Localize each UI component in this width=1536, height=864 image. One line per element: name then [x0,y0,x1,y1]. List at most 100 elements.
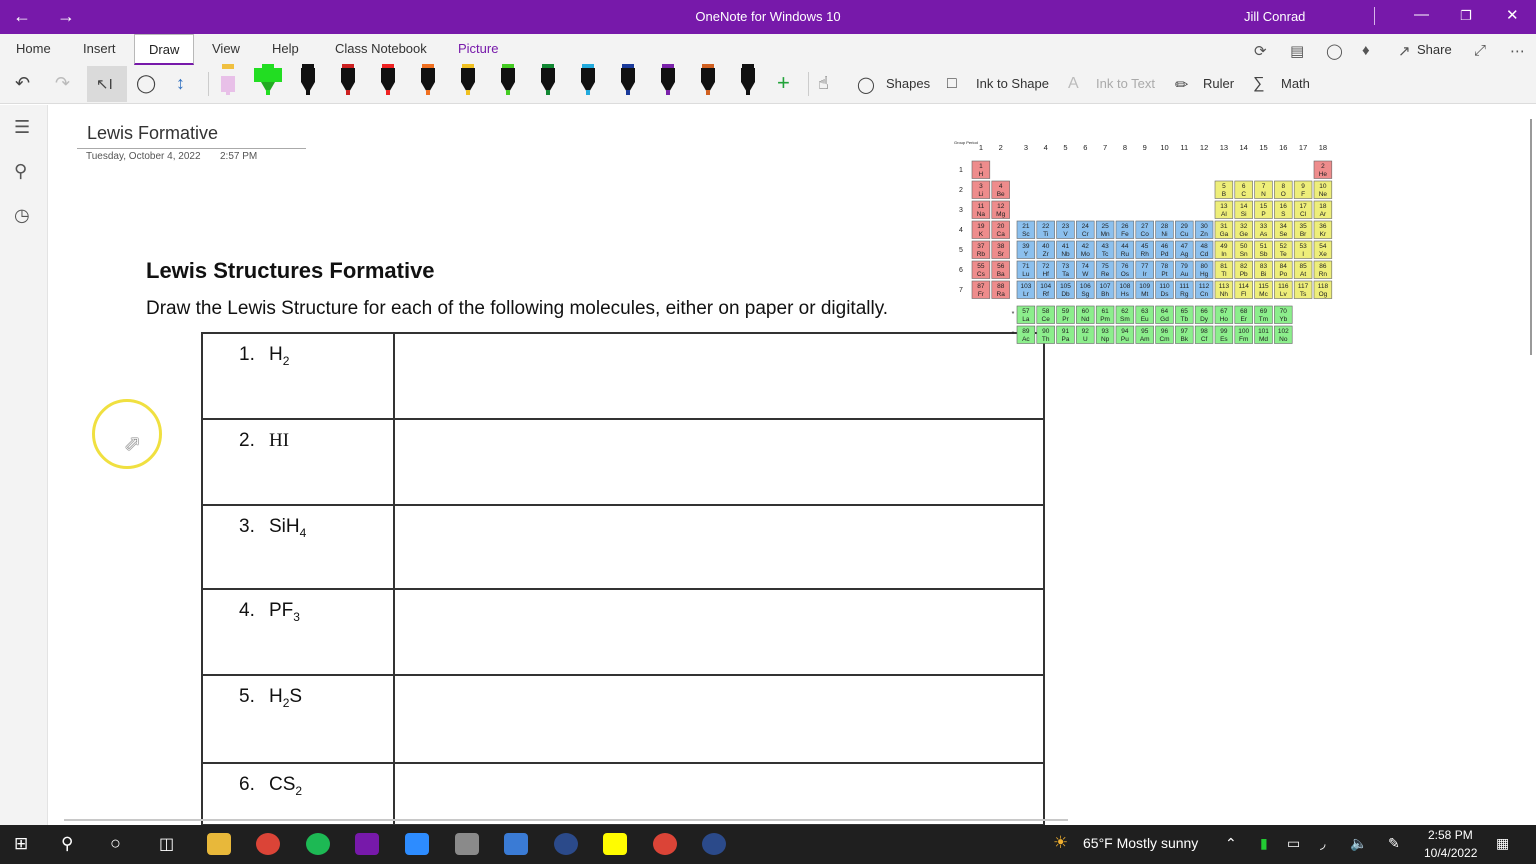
volume-icon[interactable]: 🔈 [1350,835,1367,852]
element-number: 113 [1219,283,1230,290]
touch-draw-icon[interactable]: ☝ [818,73,829,94]
search-icon[interactable]: ⚲ [14,161,27,182]
pen-8[interactable] [498,64,518,98]
weather-status[interactable]: 65°F Mostly sunny [1083,835,1198,851]
answer-cell[interactable] [393,588,1045,676]
answer-cell[interactable] [393,332,1045,420]
taskbar-clock-date[interactable]: 10/4/2022 [1424,846,1477,860]
ink-to-shape-button[interactable]: Ink to Shape [976,76,1049,91]
snipping-tool-icon[interactable] [504,833,528,855]
tab-insert[interactable]: Insert [83,41,116,56]
file-explorer-icon[interactable] [207,833,231,855]
spotify-icon[interactable] [306,833,330,855]
pen-2[interactable] [254,64,282,98]
pen-13[interactable] [698,64,718,98]
periodic-table-image[interactable]: Group Period1 2 3 4 5 6 7 8 9 10 11 12 13 14 15 16 17 181… [952,140,1382,350]
pen-7[interactable] [458,64,478,98]
horizontal-scrollbar[interactable] [64,819,1068,821]
weather-icon[interactable]: ☀ [1053,833,1068,853]
tab-class-notebook[interactable]: Class Notebook [335,41,427,56]
page-view-icon[interactable]: ▤ [1290,42,1304,60]
user-name[interactable]: Jill Conrad [1244,9,1305,24]
ink-to-text-button[interactable]: Ink to Text [1096,76,1155,91]
answer-cell[interactable] [393,418,1045,506]
pen-6[interactable] [418,64,438,98]
onenote-icon[interactable] [355,833,379,855]
share-button[interactable]: Share [1417,42,1452,57]
zoom-icon[interactable] [405,833,429,855]
math-button[interactable]: Math [1281,76,1310,91]
answer-cell[interactable] [393,762,1045,825]
chrome-profile-icon[interactable] [653,833,677,855]
restore-icon[interactable]: ❐ [1460,8,1472,24]
element-number: 110 [1159,283,1170,290]
fullscreen-icon[interactable]: ⤢ [1474,42,1486,59]
notifications-icon[interactable]: ▦ [1496,835,1509,852]
search-icon[interactable]: ⚲ [61,834,73,854]
element-number: 29 [1181,223,1189,230]
camera-icon[interactable] [455,833,479,855]
snapchat-icon[interactable] [603,833,627,855]
ink-to-shape-icon[interactable]: □ [947,75,957,93]
shapes-button[interactable]: Shapes [886,76,930,91]
show-hidden-icons[interactable]: ⌃ [1225,835,1237,852]
chrome-icon[interactable] [256,833,280,855]
element-number: 58 [1042,308,1050,315]
element-symbol: Ti [1043,231,1048,238]
add-space-icon[interactable]: ↕ [176,73,185,94]
page-canvas[interactable]: Lewis Formative Tuesday, October 4, 2022… [48,105,1536,825]
pen-5[interactable] [378,64,398,98]
tab-view[interactable]: View [212,41,240,56]
redo-icon[interactable]: ↷ [55,73,70,94]
bell-icon[interactable]: ♦ [1362,42,1370,59]
pen-14[interactable] [738,64,758,98]
tab-picture[interactable]: Picture [458,41,498,56]
ink-to-text-icon[interactable]: A [1068,75,1079,93]
battery-saver-icon[interactable]: ▮ [1260,835,1268,852]
ruler-button[interactable]: Ruler [1203,76,1234,91]
recent-icon[interactable]: ◷ [14,205,30,226]
element-symbol: Dy [1200,316,1209,323]
type-select-icon[interactable]: ↖I [96,75,113,93]
tab-draw[interactable]: Draw [134,34,195,65]
pen-11[interactable] [618,64,638,98]
cortana-icon[interactable]: ○ [110,833,121,854]
pen-3[interactable] [298,64,318,98]
ruler-icon[interactable]: ✏ [1175,75,1188,95]
windows-start-icon[interactable]: ⊞ [14,834,28,854]
wifi-icon[interactable]: ◞ [1320,835,1325,852]
more-icon[interactable]: ⋯ [1510,42,1525,60]
group-number: 17 [1299,143,1307,152]
pen-4[interactable] [338,64,358,98]
shapes-icon[interactable]: ◯ [857,75,875,95]
math-icon[interactable]: ∑ [1253,75,1264,93]
pen-workspace-icon[interactable]: ✎ [1388,835,1400,852]
minimize-icon[interactable]: — [1414,6,1429,23]
answer-cell[interactable] [393,504,1045,590]
element-number: 84 [1280,263,1288,270]
add-pen-icon[interactable]: + [777,70,790,96]
page-title[interactable]: Lewis Formative [87,123,218,144]
notebooks-icon[interactable]: ☰ [14,117,30,138]
element-symbol: Cf [1201,336,1208,343]
task-view-icon[interactable]: ◫ [159,834,174,854]
pen-9[interactable] [538,64,558,98]
pen-10[interactable] [578,64,598,98]
share-icon[interactable]: ↗ [1398,42,1411,60]
pen-1[interactable] [218,64,238,98]
sync-icon[interactable]: ⟳ [1254,42,1267,60]
battery-icon[interactable]: ▭ [1287,835,1300,852]
vertical-scrollbar[interactable] [1530,119,1532,355]
screen-recorder-icon[interactable] [554,833,578,855]
active-recorder-icon[interactable] [702,833,726,855]
lasso-select-icon[interactable]: ◯ [136,73,156,94]
tab-help[interactable]: Help [272,41,299,56]
lightbulb-icon[interactable]: ◯ [1326,42,1343,60]
molecule-formula: HI [269,430,289,451]
taskbar-clock-time[interactable]: 2:58 PM [1428,828,1473,842]
answer-cell[interactable] [393,674,1045,764]
tab-home[interactable]: Home [16,41,51,56]
undo-icon[interactable]: ↶ [15,73,30,94]
pen-12[interactable] [658,64,678,98]
close-icon[interactable]: ✕ [1506,6,1519,24]
